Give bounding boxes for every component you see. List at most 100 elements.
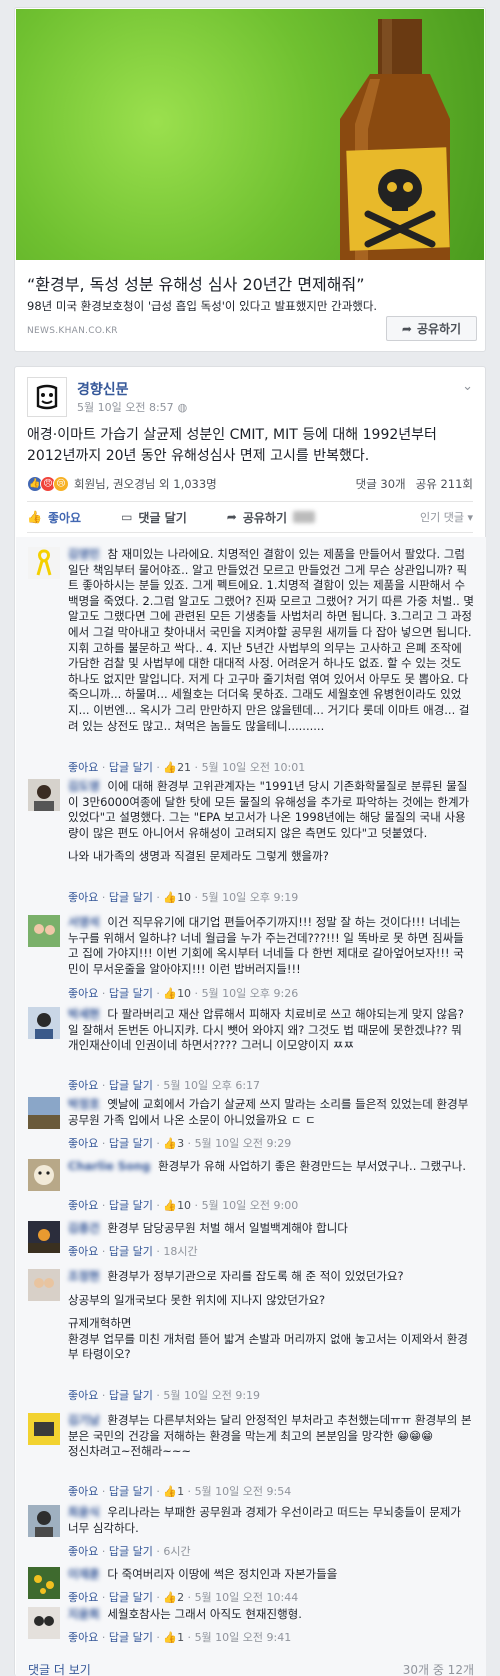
comment-reply-link[interactable]: 답글 달기 (109, 1389, 153, 1402)
comment-text: 환경부가 유해 사업하기 좋은 환경만드는 부서였구나.. 그랬구나. (158, 1159, 466, 1173)
commenter-name[interactable]: 김기남 (68, 1413, 100, 1427)
avatar[interactable] (28, 1413, 60, 1445)
comment-like-count[interactable]: 1 (177, 1485, 184, 1498)
comment-like-count[interactable]: 10 (177, 987, 191, 1000)
comment-time[interactable]: 5월 10일 오전 9:41 (195, 1631, 292, 1644)
comment-reply-link[interactable]: 답글 달기 (109, 987, 153, 1000)
comment-like-count[interactable]: 10 (177, 1199, 191, 1212)
commenter-name[interactable]: 김영민 (68, 547, 100, 561)
comment-time[interactable]: 18시간 (163, 1245, 197, 1258)
post-timestamp[interactable]: 5월 10일 오전 8:57 (77, 399, 174, 415)
comment-meta: 좋아요 · 답글 달기 · 👍2 · 5월 10일 오전 10:44 (68, 1591, 299, 1604)
commenter-name[interactable]: 조정현 (68, 1269, 100, 1283)
avatar[interactable] (28, 1221, 60, 1253)
avatar[interactable] (28, 1567, 60, 1599)
avatar[interactable] (28, 1007, 60, 1039)
comment-time[interactable]: 5월 10일 오후 9:26 (202, 987, 299, 1000)
comment-like-link[interactable]: 좋아요 (68, 987, 98, 1000)
page-name[interactable]: 경향신문 (77, 379, 129, 399)
sad-reaction-icon[interactable]: 😢 (53, 476, 69, 492)
comment-meta: 좋아요 · 답글 달기 · 5월 10일 오전 9:19 (68, 1389, 261, 1402)
comment-like-link[interactable]: 좋아요 (68, 1631, 98, 1644)
avatar[interactable] (28, 547, 60, 579)
link-preview-card[interactable]: “환경부, 독성 성분 유해성 심사 20년간 면제해줘” 98년 미국 환경보… (14, 7, 486, 352)
poison-bottle-image[interactable] (16, 9, 484, 260)
comment-like-count[interactable]: 3 (177, 1137, 184, 1150)
comment-body: 김종건 환경부 담당공무원 처벌 해서 일벌백계해야 합니다 (68, 1221, 474, 1237)
comment-time[interactable]: 5월 10일 오전 9:54 (195, 1485, 292, 1498)
comment-time[interactable]: 5월 10일 오전 10:44 (195, 1591, 299, 1604)
comment-time[interactable]: 6시간 (163, 1545, 190, 1558)
comment-like-link[interactable]: 좋아요 (68, 891, 98, 904)
link-title[interactable]: “환경부, 독성 성분 유해성 심사 20년간 면제해줘” (27, 271, 365, 295)
commenter-name[interactable]: 김도영 (68, 779, 100, 793)
comment-meta: 좋아요 · 답글 달기 · 18시간 (68, 1245, 198, 1258)
comment-sort-dropdown[interactable]: 인기 댓글 ▾ (420, 509, 473, 525)
post-options-chevron-icon[interactable]: ⌄ (462, 379, 473, 394)
share-arrow-icon: ➦ (226, 510, 237, 524)
comment-time[interactable]: 5월 10일 오전 9:29 (195, 1137, 292, 1150)
comment-body: 이재훈 다 죽여버리자 이땅에 썩은 정치인과 자본가들을 (68, 1567, 474, 1583)
comment-like-link[interactable]: 좋아요 (68, 1485, 98, 1498)
commenter-name[interactable]: 최윤식 (68, 1505, 100, 1519)
comment-like-count[interactable]: 2 (177, 1591, 184, 1604)
comment-like-link[interactable]: 좋아요 (68, 761, 98, 774)
commenter-name[interactable]: 박정호 (68, 1097, 100, 1111)
comment-meta: 좋아요 · 답글 달기 · 6시간 (68, 1545, 191, 1558)
comment-button[interactable]: ▭ 댓글 달기 (121, 509, 187, 526)
commenter-name[interactable]: 서영석 (68, 915, 100, 929)
comment-text: 환경부 담당공무원 처벌 해서 일벌백계해야 합니다 (107, 1221, 348, 1235)
comment-text: 환경부는 다른부처와는 달리 안정적인 부처라고 추천했는데ㅠㅠ 환경부의 본분… (68, 1413, 472, 1443)
commenter-name[interactable]: 이재훈 (68, 1567, 100, 1581)
more-comments-link[interactable]: 댓글 더 보기 (28, 1661, 91, 1676)
avatar[interactable] (28, 1159, 60, 1191)
like-button[interactable]: 👍 좋아요 (27, 509, 81, 526)
comment-reply-link[interactable]: 답글 달기 (109, 1631, 153, 1644)
commenter-name[interactable]: 김종건 (68, 1221, 100, 1235)
comment-reply-link[interactable]: 답글 달기 (109, 891, 153, 904)
comment-like-count[interactable]: 10 (177, 891, 191, 904)
comment-like-count[interactable]: 1 (177, 1631, 184, 1644)
thumbs-up-icon: 👍 (163, 1199, 178, 1212)
comment-time[interactable]: 5월 10일 오전 9:00 (202, 1199, 299, 1212)
avatar[interactable] (28, 1269, 60, 1301)
comment-like-link[interactable]: 좋아요 (68, 1545, 98, 1558)
comment-reply-link[interactable]: 답글 달기 (109, 1137, 153, 1150)
comment-like-link[interactable]: 좋아요 (68, 1079, 98, 1092)
comment-like-link[interactable]: 좋아요 (68, 1199, 98, 1212)
comment-reply-link[interactable]: 답글 달기 (109, 1079, 153, 1092)
comment-like-link[interactable]: 좋아요 (68, 1591, 98, 1604)
link-share-button[interactable]: ➦ 공유하기 (386, 316, 477, 341)
comment-reply-link[interactable]: 답글 달기 (109, 1245, 153, 1258)
comment-time[interactable]: 5월 10일 오전 10:01 (202, 761, 306, 774)
comment-reply-link[interactable]: 답글 달기 (109, 1485, 153, 1498)
comment-time[interactable]: 5월 10일 오후 6:17 (163, 1079, 260, 1092)
comment-time[interactable]: 5월 10일 오전 9:19 (163, 1389, 260, 1402)
comment-body: 박정호 옛날에 교회에서 가습기 살균제 쓰지 말라는 소리를 들은적 있었는데… (68, 1097, 474, 1128)
comment-reply-link[interactable]: 답글 달기 (109, 1545, 153, 1558)
avatar[interactable] (28, 1097, 60, 1129)
share-label: 공유하기 (242, 510, 287, 525)
avatar[interactable] (28, 1505, 60, 1537)
commenter-name[interactable]: 지윤희 (68, 1607, 100, 1621)
comment-like-count[interactable]: 21 (177, 761, 191, 774)
comment-count[interactable]: 댓글 30개 (356, 476, 406, 492)
comment-text-extra: 상공부의 일개국보다 못한 위치에 지나지 않았던가요? (68, 1292, 326, 1307)
share-count[interactable]: 공유 211회 (416, 476, 473, 492)
reactors-text[interactable]: 회원님, 권오경님 외 1,033명 (74, 476, 217, 492)
avatar[interactable] (28, 1607, 60, 1639)
comment-like-link[interactable]: 좋아요 (68, 1389, 98, 1402)
comment-like-link[interactable]: 좋아요 (68, 1245, 98, 1258)
comment-reply-link[interactable]: 답글 달기 (109, 1199, 153, 1212)
commenter-name[interactable]: 박세현 (68, 1007, 100, 1021)
avatar[interactable] (28, 779, 60, 811)
commenter-name[interactable]: Charlie Song (68, 1159, 150, 1173)
avatar[interactable] (28, 915, 60, 947)
page-avatar[interactable] (27, 377, 67, 417)
comment-reply-link[interactable]: 답글 달기 (109, 1591, 153, 1604)
thumbs-up-icon: 👍 (163, 1631, 178, 1644)
comment-reply-link[interactable]: 답글 달기 (109, 761, 153, 774)
comment-like-link[interactable]: 좋아요 (68, 1137, 98, 1150)
comment-time[interactable]: 5월 10일 오후 9:19 (202, 891, 299, 904)
share-button[interactable]: ➦ 공유하기 (227, 509, 315, 526)
